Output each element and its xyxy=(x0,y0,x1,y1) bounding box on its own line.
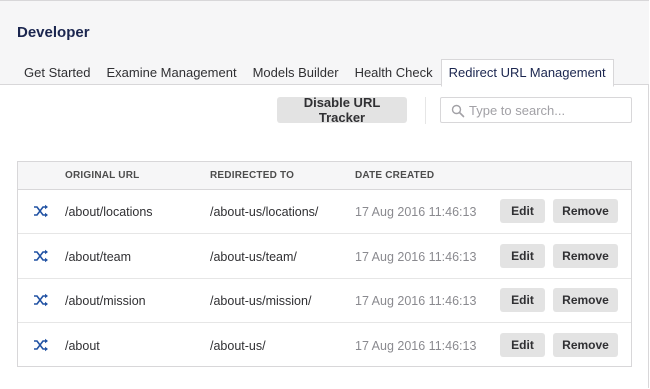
remove-button[interactable]: Remove xyxy=(553,243,618,268)
redirected-url: /about-us/locations/ xyxy=(210,205,319,219)
tab-models-builder[interactable]: Models Builder xyxy=(245,59,347,86)
search-input[interactable] xyxy=(469,101,627,119)
disable-url-tracker-button[interactable]: Disable URL Tracker xyxy=(277,95,407,125)
column-header-original-url: ORIGINAL URL xyxy=(65,170,140,181)
toolbar-divider xyxy=(425,97,426,124)
column-header-redirected-to: REDIRECTED TO xyxy=(210,170,295,181)
edit-button[interactable]: Edit xyxy=(500,332,545,357)
redirected-url: /about-us/team/ xyxy=(210,249,297,264)
edit-button[interactable]: Edit xyxy=(500,199,545,223)
table-row: /about/mission/about-us/mission/17 Aug 2… xyxy=(18,278,631,323)
date-created: 17 Aug 2016 11:46:13 xyxy=(355,249,477,264)
redirected-url: /about-us/ xyxy=(210,338,266,353)
date-created: 17 Aug 2016 11:46:13 xyxy=(355,294,477,308)
edit-button[interactable]: Edit xyxy=(500,243,545,268)
table-row: /about/team/about-us/team/17 Aug 2016 11… xyxy=(18,234,631,279)
original-url: /about/mission xyxy=(65,294,146,308)
shuffle-icon xyxy=(34,338,48,351)
redirects-table: ORIGINAL URL REDIRECTED TO DATE CREATED … xyxy=(17,161,632,367)
table-header: ORIGINAL URL REDIRECTED TO DATE CREATED xyxy=(18,162,631,190)
tab-examine-management[interactable]: Examine Management xyxy=(98,59,244,86)
section-header: Developer Get Started Examine Management… xyxy=(0,1,649,87)
remove-button[interactable]: Remove xyxy=(553,199,618,223)
tab-bar: Get Started Examine Management Models Bu… xyxy=(16,59,614,87)
search-box[interactable] xyxy=(440,97,632,123)
edit-button[interactable]: Edit xyxy=(500,288,545,312)
remove-button[interactable]: Remove xyxy=(553,332,618,357)
original-url: /about/locations xyxy=(65,205,153,219)
search-icon xyxy=(451,104,465,118)
date-created: 17 Aug 2016 11:46:13 xyxy=(355,205,477,219)
shuffle-icon xyxy=(34,204,48,218)
redirected-url: /about-us/mission/ xyxy=(210,294,312,308)
shuffle-icon xyxy=(34,249,48,262)
date-created: 17 Aug 2016 11:46:13 xyxy=(355,338,477,353)
column-header-date-created: DATE CREATED xyxy=(355,170,435,181)
original-url: /about/team xyxy=(65,249,132,264)
page-title: Developer xyxy=(17,24,90,41)
remove-button[interactable]: Remove xyxy=(553,288,618,312)
table-row: /about/about-us/17 Aug 2016 11:46:13 Edit… xyxy=(18,323,631,367)
tab-redirect-url-management[interactable]: Redirect URL Management xyxy=(440,59,614,87)
original-url: /about xyxy=(65,338,100,353)
tab-get-started[interactable]: Get Started xyxy=(16,59,98,86)
table-row: /about/locations/about-us/locations/17 A… xyxy=(18,189,631,234)
shuffle-icon xyxy=(34,293,48,307)
tab-health-check[interactable]: Health Check xyxy=(347,59,441,86)
